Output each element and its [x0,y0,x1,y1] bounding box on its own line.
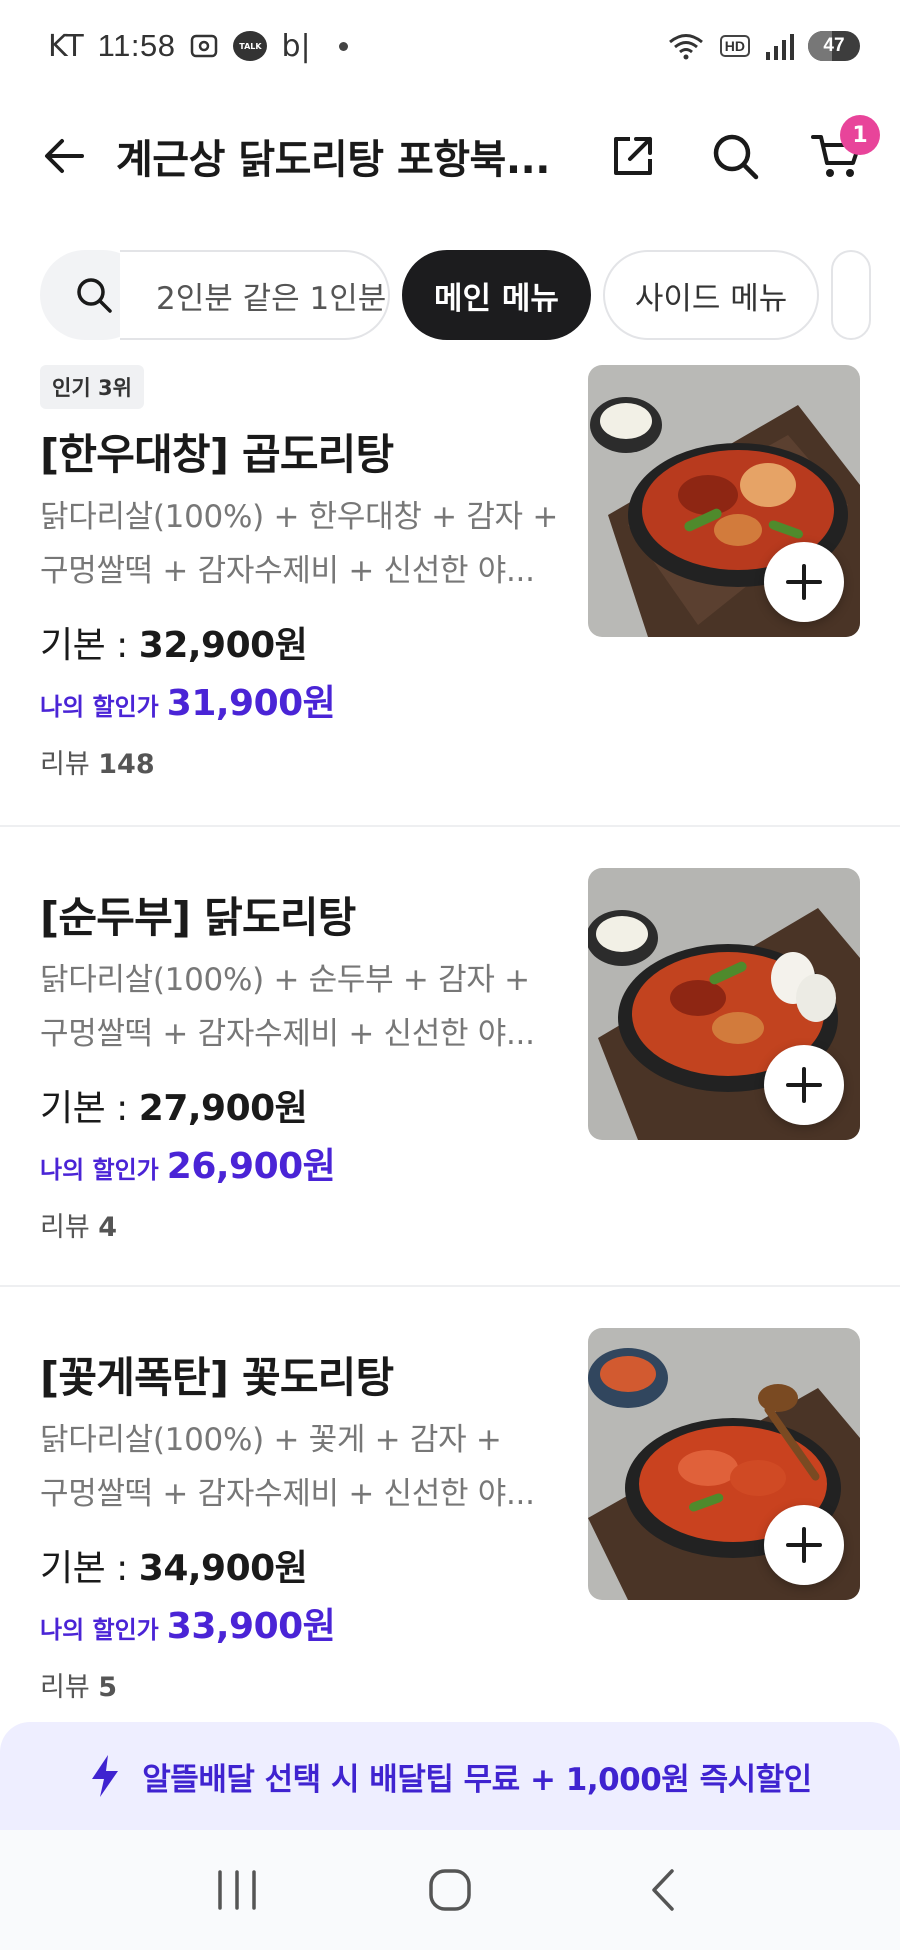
description-line: 구멍쌀떡 + 감자수제비 + 신선한 야... [40,1476,535,1512]
menu-item[interactable]: [꽃게폭탄] 꽃도리탕 닭다리살(100%) + 꽃게 + 감자 + 구멍쌀떡 … [0,1328,900,1718]
discount-price: 나의 할인가 31,900원 [40,674,570,726]
menu-item-description: 닭다리살(100%) + 순두부 + 감자 + 구멍쌀떡 + 감자수제비 + 신… [40,953,570,1061]
description-line: 닭다리살(100%) + 꽃게 + 감자 + [40,1422,502,1458]
discount-label: 나의 할인가 [40,1616,159,1644]
review-count-value: 148 [98,749,155,780]
promo-text: 알뜰배달 선택 시 배달팁 무료 + 1,000원 즉시할인 [142,1761,812,1798]
base-price-value: 34,900원 [138,1548,308,1589]
base-price-value: 32,900원 [138,625,308,666]
share-button[interactable] [604,127,662,185]
lightning-icon [92,1755,119,1797]
menu-item[interactable]: 인기 3위 [한우대창] 곱도리탕 닭다리살(100%) + 한우대창 + 감자… [0,365,900,825]
description-line: 구멍쌀떡 + 감자수제비 + 신선한 야... [40,1016,535,1052]
review-label: 리뷰 [40,1212,99,1243]
menu-item-name: [순두부] 닭도리탕 [40,893,356,942]
menu-item-info: [순두부] 닭도리탕 닭다리살(100%) + 순두부 + 감자 + 구멍쌀떡 … [40,868,570,1244]
divider [0,825,900,827]
discount-label: 나의 할인가 [40,1156,159,1184]
add-to-cart-button[interactable] [764,1505,844,1585]
discount-price: 나의 할인가 26,900원 [40,1137,570,1189]
base-price-label: 기본 : [40,1088,139,1129]
add-to-cart-button[interactable] [764,1045,844,1125]
category-chips: 2인분 같은 1인분. 메인 메뉴 사이드 메뉴 [40,250,900,340]
description-line: 닭다리살(100%) + 순두부 + 감자 + [40,962,530,998]
home-icon [429,1869,471,1911]
review-count: 리뷰 148 [40,742,570,781]
base-price: 기본 : 32,900원 [40,616,570,668]
menu-item-description: 닭다리살(100%) + 한우대창 + 감자 + 구멍쌀떡 + 감자수제비 + … [40,490,570,598]
notification-dot-icon [338,41,348,51]
share-icon [614,137,652,175]
base-price-label: 기본 : [40,625,139,666]
menu-item-info: 인기 3위 [한우대창] 곱도리탕 닭다리살(100%) + 한우대창 + 감자… [40,365,570,781]
review-count: 리뷰 4 [40,1205,570,1244]
screenshot-icon [189,31,219,61]
search-button[interactable] [706,127,764,185]
discount-label: 나의 할인가 [40,693,159,721]
signal-icon [764,32,794,60]
chip-side-menu[interactable]: 사이드 메뉴 [602,250,820,340]
menu-item-description: 닭다리살(100%) + 꽃게 + 감자 + 구멍쌀떡 + 감자수제비 + 신선… [40,1413,570,1521]
system-nav-bar [0,1830,900,1950]
cart-button[interactable]: 1 [808,115,880,185]
base-price: 기본 : 34,900원 [40,1539,570,1591]
delivery-promo-banner[interactable]: 알뜰배달 선택 시 배달팁 무료 + 1,000원 즉시할인 [0,1722,900,1830]
discount-price-value: 31,900원 [166,683,336,724]
menu-item-info: [꽃게폭탄] 꽃도리탕 닭다리살(100%) + 꽃게 + 감자 + 구멍쌀떡 … [40,1328,570,1704]
discount-price-value: 26,900원 [166,1146,336,1187]
kakaotalk-icon: TALK [233,31,268,61]
status-left: KT 11:58 TALK b| [48,28,348,64]
base-price-value: 27,900원 [138,1088,308,1129]
review-count: 리뷰 5 [40,1665,570,1704]
search-icon [77,278,112,313]
cart-count-badge: 1 [840,115,880,155]
search-icon [713,134,759,180]
status-right: HD 47 [666,31,860,61]
description-line: 닭다리살(100%) + 한우대창 + 감자 + [40,499,559,535]
add-to-cart-button[interactable] [764,542,844,622]
plus-icon [786,1527,822,1563]
header-actions: 1 [604,115,880,185]
review-label: 리뷰 [40,1672,99,1703]
chip-main-menu[interactable]: 메인 메뉴 [402,250,591,340]
review-count-value: 4 [98,1212,118,1243]
status-bar: KT 11:58 TALK b| HD 47 [0,0,900,92]
battery-level: 47 [823,35,845,56]
recent-apps-button[interactable] [192,1855,282,1925]
discount-price: 나의 할인가 33,900원 [40,1597,570,1649]
review-label: 리뷰 [40,749,99,780]
description-line: 구멍쌀떡 + 감자수제비 + 신선한 야... [40,553,535,589]
clock-time: 11:58 [97,28,176,63]
base-price: 기본 : 27,900원 [40,1079,570,1131]
app-notification-label: b| [281,28,311,64]
arrow-left-icon [45,139,84,173]
back-nav-button[interactable] [618,1855,708,1925]
page-title: 계근상 닭도리탕 포항북... [116,137,550,183]
menu-item-name: [꽃게폭탄] 꽃도리탕 [40,1353,394,1402]
base-price-label: 기본 : [40,1548,139,1589]
hd-voice-badge: HD [719,35,750,57]
carrier-label: KT [48,28,84,64]
plus-icon [786,564,822,600]
recent-apps-icon [217,1870,256,1910]
divider [0,1285,900,1287]
discount-price-value: 33,900원 [166,1606,336,1647]
wifi-icon [666,31,706,61]
menu-item[interactable]: [순두부] 닭도리탕 닭다리살(100%) + 순두부 + 감자 + 구멍쌀떡 … [0,868,900,1288]
chevron-left-icon [652,1869,675,1911]
chip-single-serving[interactable]: 2인분 같은 1인분. [120,250,390,340]
plus-icon [786,1067,822,1103]
chip-next-partial[interactable] [831,250,872,340]
menu-item-name: [한우대창] 곱도리탕 [40,430,394,479]
store-header: 계근상 닭도리탕 포항북... 1 [0,100,900,212]
review-count-value: 5 [98,1672,118,1703]
popularity-rank-badge: 인기 3위 [40,365,144,409]
back-button[interactable] [36,128,92,184]
battery-icon: 47 [808,31,860,61]
home-button[interactable] [405,1855,495,1925]
